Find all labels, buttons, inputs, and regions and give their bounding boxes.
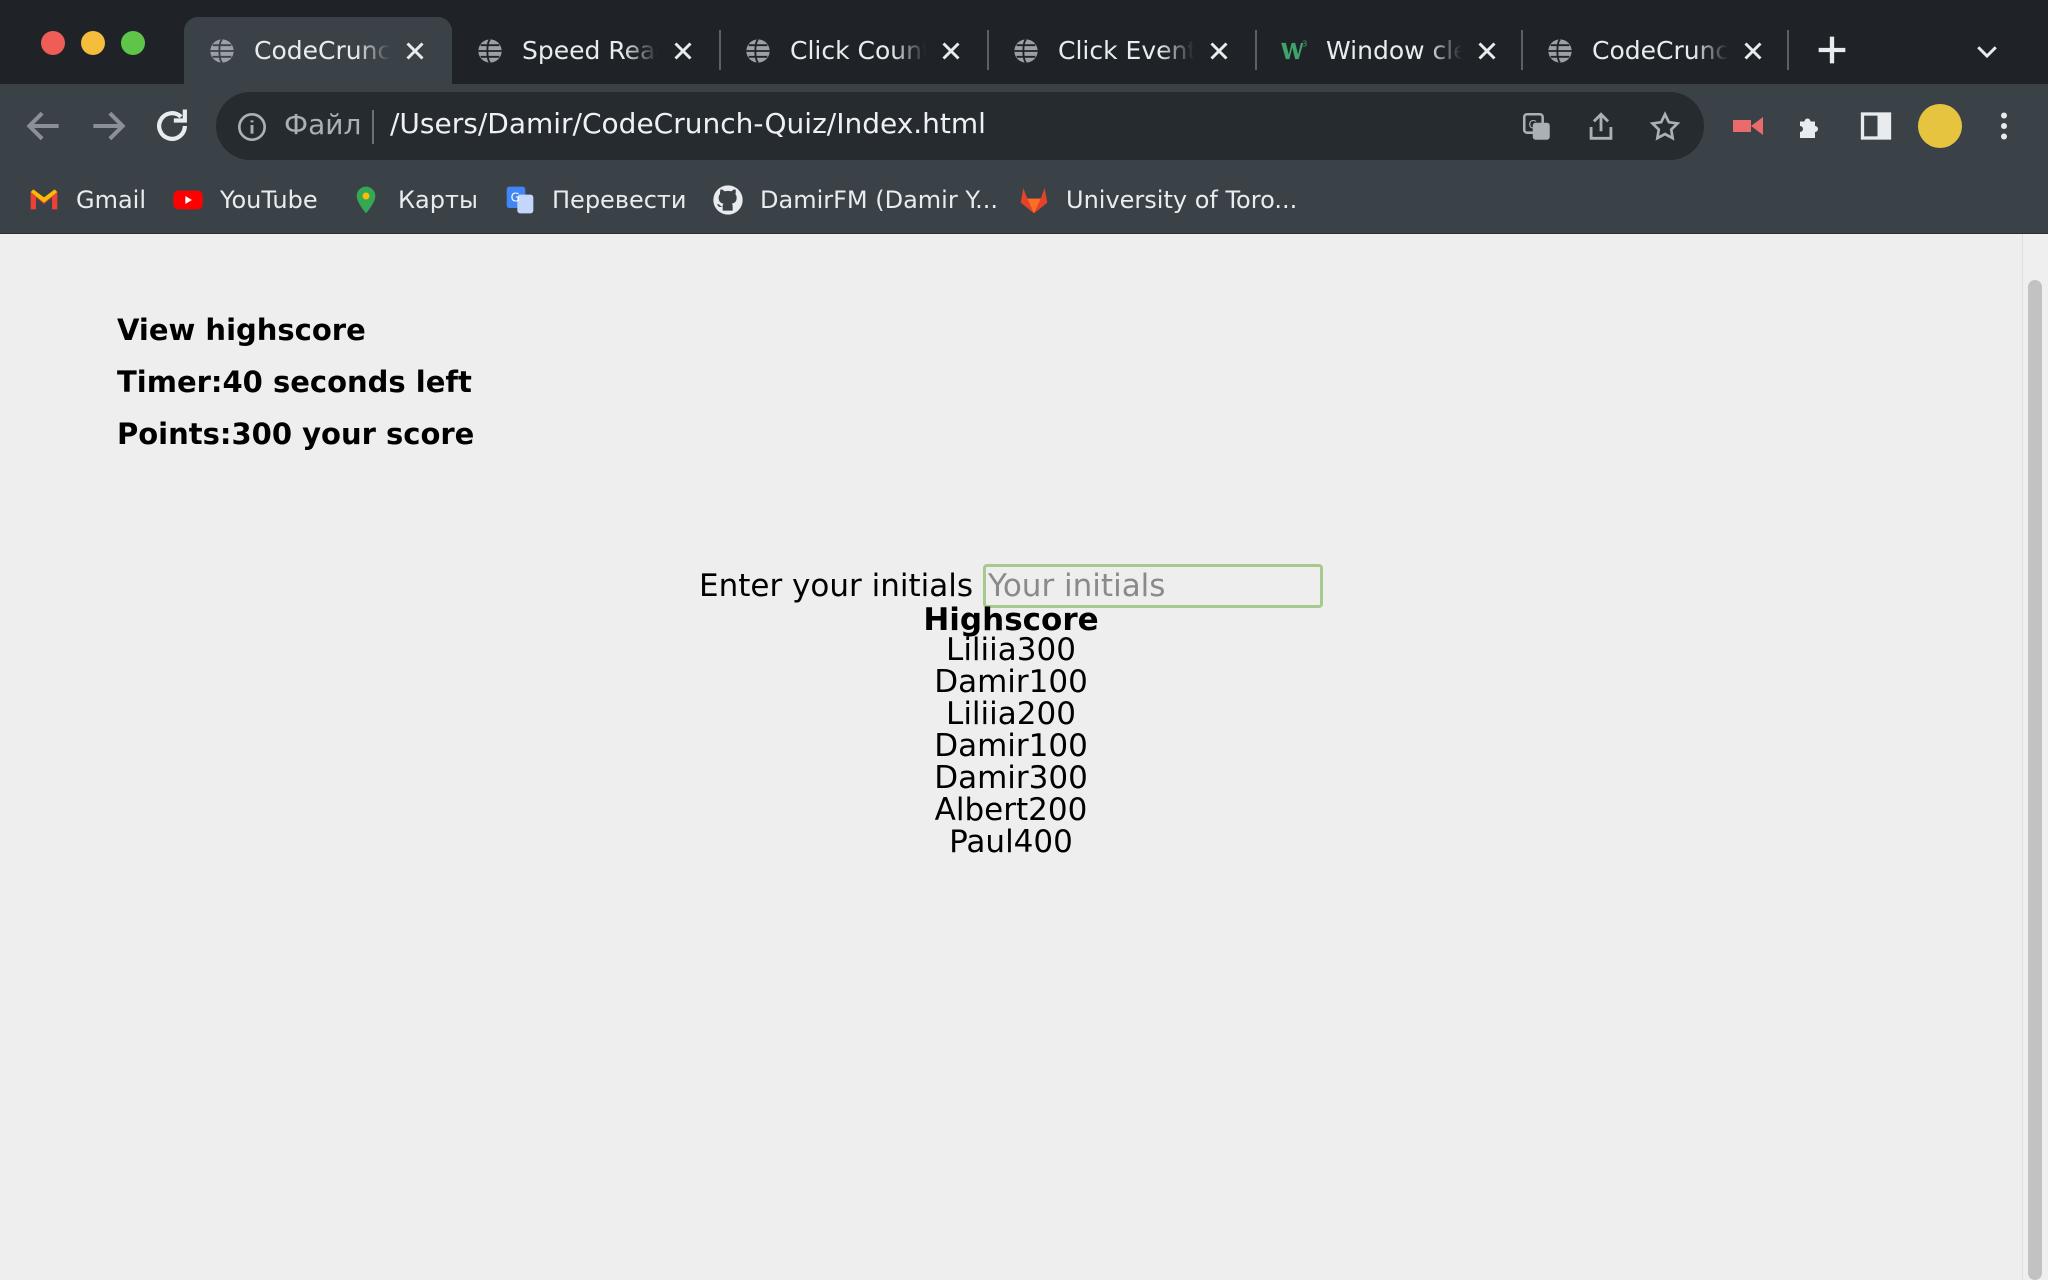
more-menu-icon[interactable] <box>1986 108 2022 144</box>
globe-icon <box>1548 38 1572 63</box>
timer-text: Timer:40 seconds left <box>117 365 472 399</box>
highscore-entry: Damir300 <box>934 760 1088 796</box>
close-icon[interactable] <box>1204 36 1234 66</box>
maximize-window-button[interactable] <box>121 31 145 55</box>
tab-click-event[interactable]: Click Event <box>988 17 1256 84</box>
svg-text:G: G <box>1529 117 1538 131</box>
extensions-puzzle-icon[interactable] <box>1794 108 1830 144</box>
close-icon[interactable] <box>1472 36 1502 66</box>
youtube-icon <box>173 190 203 210</box>
new-tab-button[interactable] <box>1812 30 1852 70</box>
close-icon[interactable] <box>1738 36 1768 66</box>
page-content: View highscore Timer:40 seconds left Poi… <box>0 234 2022 1280</box>
svg-text:3: 3 <box>1302 38 1307 48</box>
bookmark-label: YouTube <box>220 186 318 214</box>
globe-icon <box>210 38 234 63</box>
address-bar[interactable]: Файл /Users/Damir/CodeCrunch-Quiz/Index.… <box>216 92 1704 160</box>
tab-separator <box>1787 30 1789 70</box>
bookmark-label: Карты <box>398 186 478 214</box>
highscore-entry: Damir100 <box>934 728 1088 764</box>
tab-title: CodeCrunch Quiz <box>254 36 390 65</box>
scheme-label: Файл <box>284 108 362 141</box>
tab-strip: CodeCrunch Quiz Speed Reader Click Count… <box>0 0 2048 84</box>
tab-codecrunch-quiz[interactable]: CodeCrunch Quiz <box>184 17 452 84</box>
address-divider <box>372 110 374 144</box>
tab-title: Window clear <box>1326 36 1462 65</box>
close-icon[interactable] <box>668 36 698 66</box>
highscore-entry: Liliia200 <box>946 696 1076 732</box>
tab-window-clear[interactable]: 3 Window clear <box>1256 17 1524 84</box>
quiz-header: View highscore Timer:40 seconds left Poi… <box>117 304 474 460</box>
tab-click-counter[interactable]: Click Counter <box>720 17 988 84</box>
bookmark-label: DamirFM (Damir Y... <box>760 186 999 214</box>
forward-button[interactable] <box>86 104 130 148</box>
star-icon[interactable] <box>1648 110 1682 144</box>
gitlab-icon <box>1020 188 1048 214</box>
highscore-entry: Damir100 <box>934 664 1088 700</box>
close-icon[interactable] <box>400 36 430 66</box>
points-text: Points:300 your score <box>117 417 475 451</box>
translate-icon: G <box>506 186 534 214</box>
highscore-entry: Paul400 <box>949 824 1073 860</box>
tab-title: Click Counter <box>790 36 926 65</box>
bookmark-label: Gmail <box>76 186 147 214</box>
close-icon[interactable] <box>936 36 966 66</box>
bookmark-university[interactable]: University of Toro... <box>1018 178 1297 222</box>
globe-icon <box>478 38 502 63</box>
tab-title: Click Event <box>1058 36 1194 65</box>
bookmark-translate[interactable]: G Перевести <box>504 178 687 222</box>
view-highscore-link[interactable]: View highscore <box>117 304 474 356</box>
tab-codecrunch-quiz-2[interactable]: CodeCrunch Quiz <box>1522 17 1790 84</box>
bookmarks-bar: Gmail YouTube Карты G Перевести DamirFM … <box>0 168 2048 234</box>
info-icon[interactable] <box>236 111 268 143</box>
close-window-button[interactable] <box>41 31 65 55</box>
bookmark-label: University of Toro... <box>1066 186 1298 214</box>
highscore-entry: Liliia300 <box>946 632 1076 668</box>
bookmark-gmail[interactable]: Gmail <box>28 178 146 222</box>
globe-icon <box>746 38 770 63</box>
url-text[interactable]: /Users/Damir/CodeCrunch-Quiz/Index.html <box>390 107 986 140</box>
w3schools-icon: 3 <box>1281 38 1307 59</box>
gmail-icon <box>30 189 58 210</box>
bookmark-youtube[interactable]: YouTube <box>172 178 318 222</box>
highscore-list: Liliia300 Damir100 Liliia200 Damir100 Da… <box>0 634 2022 858</box>
highscore-entry: Albert200 <box>934 792 1088 828</box>
bookmark-github[interactable]: DamirFM (Damir Y... <box>712 178 998 222</box>
share-icon[interactable] <box>1584 110 1618 144</box>
svg-text:G: G <box>511 190 520 204</box>
github-icon <box>713 185 743 215</box>
tab-title: Speed Reader <box>522 36 658 65</box>
maps-icon <box>356 186 376 214</box>
browser-window: CodeCrunch Quiz Speed Reader Click Count… <box>0 0 2048 1280</box>
reload-button[interactable] <box>150 104 194 148</box>
translate-page-icon[interactable]: G <box>1520 110 1554 144</box>
scrollbar-thumb[interactable] <box>2028 280 2042 1280</box>
profile-avatar[interactable] <box>1918 104 1962 148</box>
back-button[interactable] <box>22 104 66 148</box>
bookmark-maps[interactable]: Карты <box>350 178 478 222</box>
bookmark-label: Перевести <box>552 186 687 214</box>
initials-label: Enter your initials <box>698 568 974 604</box>
screen-recorder-extension-icon[interactable] <box>1730 108 1766 144</box>
globe-icon <box>1014 38 1038 63</box>
side-panel-icon[interactable] <box>1858 108 1894 144</box>
tab-speed-reader[interactable]: Speed Reader <box>452 17 720 84</box>
minimize-window-button[interactable] <box>81 31 105 55</box>
tab-title: CodeCrunch Quiz <box>1592 36 1728 65</box>
chevron-down-icon[interactable] <box>1972 36 2002 66</box>
